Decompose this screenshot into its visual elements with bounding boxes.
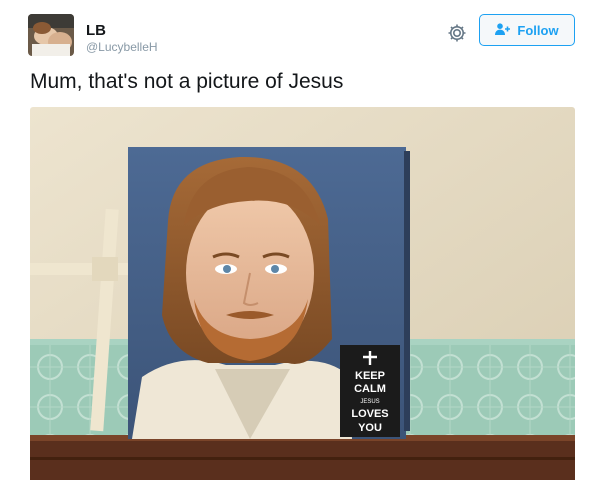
- gear-icon[interactable]: [446, 22, 468, 44]
- user-handle[interactable]: @LucybelleH: [86, 40, 158, 54]
- poster-text-loves: LOVES: [351, 408, 388, 420]
- follow-label: Follow: [517, 22, 559, 38]
- tweet-card: LB @LucybelleH Follow Mum, that's not a …: [0, 0, 600, 480]
- poster-text-calm: CALM: [354, 383, 386, 395]
- tweet-photo[interactable]: KEEP CALM JESUS LOVES YOU: [30, 107, 575, 480]
- tweet-header: LB @LucybelleH Follow: [28, 14, 576, 58]
- poster-text-jesus: JESUS: [360, 399, 379, 405]
- poster-text-keep: KEEP: [355, 370, 385, 382]
- tweet-text: Mum, that's not a picture of Jesus: [30, 70, 344, 93]
- add-user-icon: [495, 22, 511, 38]
- follow-button[interactable]: Follow: [479, 14, 575, 46]
- poster: KEEP CALM JESUS LOVES YOU: [128, 147, 410, 439]
- avatar[interactable]: [28, 14, 74, 56]
- display-name[interactable]: LB: [86, 22, 106, 39]
- poster-text-you: YOU: [358, 422, 382, 434]
